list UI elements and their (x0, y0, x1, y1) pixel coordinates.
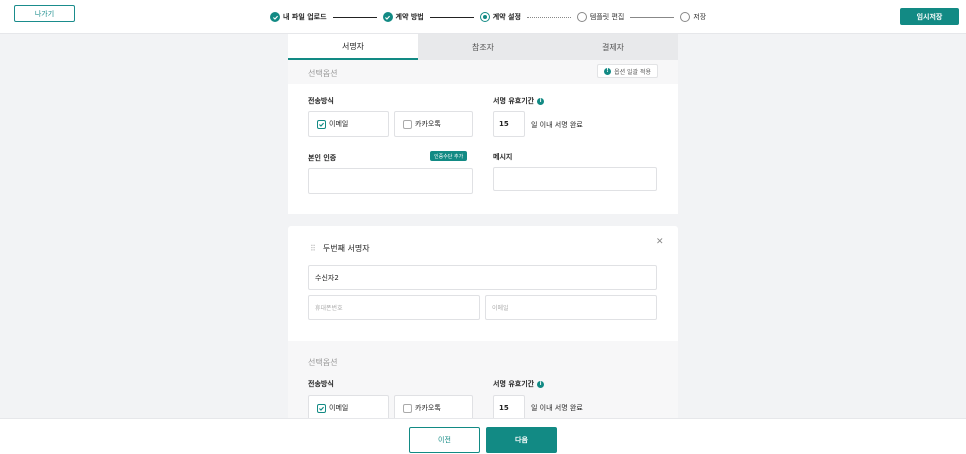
options-title: 선택옵션 (308, 69, 338, 78)
step-method: 계약 방법 (382, 12, 424, 22)
drag-handle-icon[interactable]: ⠿ (310, 244, 316, 253)
next-button[interactable]: 다음 (486, 427, 557, 453)
step-settings: 계약 설정 (479, 12, 521, 22)
temp-save-button[interactable]: 임시저장 (900, 8, 959, 25)
delivery-email-label: 이메일 (329, 120, 349, 128)
validity-label: 서명 유효기간 i (493, 96, 545, 106)
signer2-phone-input[interactable]: 휴대폰번호 (308, 295, 480, 320)
step-upload: 내 파일 업로드 (270, 12, 327, 22)
check-icon (270, 12, 280, 22)
recipient-tabs: 서명자 참조자 결제자 (288, 34, 678, 60)
delivery-label: 전송방식 (308, 380, 334, 388)
info-icon: i (537, 97, 545, 105)
exit-button[interactable]: 나가기 (14, 5, 75, 22)
validity-label-text: 서명 유효기간 (493, 97, 535, 105)
signer2-card: ⠿ 두번째 서명자 ✕ 수신자2 휴대폰번호 이메일 (288, 226, 678, 341)
delivery-email-option[interactable]: 이메일 (308, 111, 389, 137)
step-save: 저장 (680, 12, 706, 22)
message-label: 메시지 (493, 153, 513, 161)
signer2-options: 선택옵션 전송방식 이메일 카카오톡 서명 유효기간 i 15 일 이내 서명 … (288, 341, 678, 421)
message-field[interactable] (493, 167, 657, 191)
signer2-title: 두번째 서명자 (322, 244, 370, 253)
checkbox-icon (403, 119, 412, 129)
progress-steps: 내 파일 업로드 계약 방법 계약 설정 템플릿 편집 저장 (270, 10, 706, 24)
validity-suffix: 일 이내 서명 완료 (531, 121, 583, 129)
apply-all-options-button[interactable]: ! 옵션 일괄 적용 (597, 64, 658, 78)
pending-step-icon (680, 12, 691, 22)
step-connector (332, 16, 377, 18)
step-label: 저장 (693, 13, 707, 21)
signer2-name-input[interactable]: 수신자2 (308, 265, 657, 290)
validity-suffix: 일 이내 서명 완료 (531, 404, 583, 412)
signer2-header: ⠿ 두번째 서명자 (310, 243, 370, 254)
validity-label-text: 서명 유효기간 (493, 380, 535, 388)
validity-days-input[interactable]: 15 (493, 111, 525, 137)
validity-label: 서명 유효기간 i (493, 379, 545, 389)
prev-button[interactable]: 이전 (409, 427, 480, 453)
delivery-kakao-option[interactable]: 카카오톡 (394, 111, 473, 137)
checkbox-checked-icon (317, 403, 326, 413)
step-template: 템플릿 편집 (576, 12, 625, 22)
apply-all-label: 옵션 일괄 적용 (614, 68, 651, 76)
options-title: 선택옵션 (308, 358, 338, 367)
delivery-kakao-label: 카카오톡 (415, 404, 441, 412)
info-icon: ! (604, 67, 612, 75)
close-icon[interactable]: ✕ (656, 237, 664, 247)
auth-label: 본인 인증 (308, 154, 337, 162)
step-label: 내 파일 업로드 (283, 13, 327, 21)
options-header: 선택옵션 ! 옵션 일괄 적용 (288, 60, 678, 84)
current-step-icon (479, 12, 490, 22)
tab-payer[interactable]: 결제자 (548, 34, 678, 60)
top-bar: 나가기 내 파일 업로드 계약 방법 계약 설정 템플릿 편집 저장 임시저장 (0, 0, 966, 34)
check-icon (382, 12, 393, 22)
tab-signer[interactable]: 서명자 (288, 34, 418, 60)
info-icon: i (537, 380, 545, 388)
step-connector (429, 16, 474, 18)
step-label: 계약 방법 (395, 13, 424, 21)
signer2-email-input[interactable]: 이메일 (485, 295, 657, 320)
step-label: 계약 설정 (492, 13, 521, 21)
checkbox-icon (403, 403, 412, 413)
step-label: 템플릿 편집 (589, 13, 625, 21)
signer1-options: 선택옵션 ! 옵션 일괄 적용 전송방식 이메일 카카오톡 서명 유효기간 i … (288, 60, 678, 214)
footer-bar: 이전 다음 (0, 418, 966, 454)
checkbox-checked-icon (317, 119, 326, 129)
pending-step-icon (576, 12, 587, 22)
step-connector (630, 16, 675, 18)
tab-reference[interactable]: 참조자 (418, 34, 548, 60)
delivery-email-label: 이메일 (329, 404, 349, 412)
delivery-label: 전송방식 (308, 97, 334, 105)
add-auth-button[interactable]: 인증수단 추가 (430, 151, 468, 161)
auth-field[interactable] (308, 168, 473, 194)
delivery-kakao-label: 카카오톡 (415, 120, 441, 128)
step-connector (526, 16, 571, 18)
